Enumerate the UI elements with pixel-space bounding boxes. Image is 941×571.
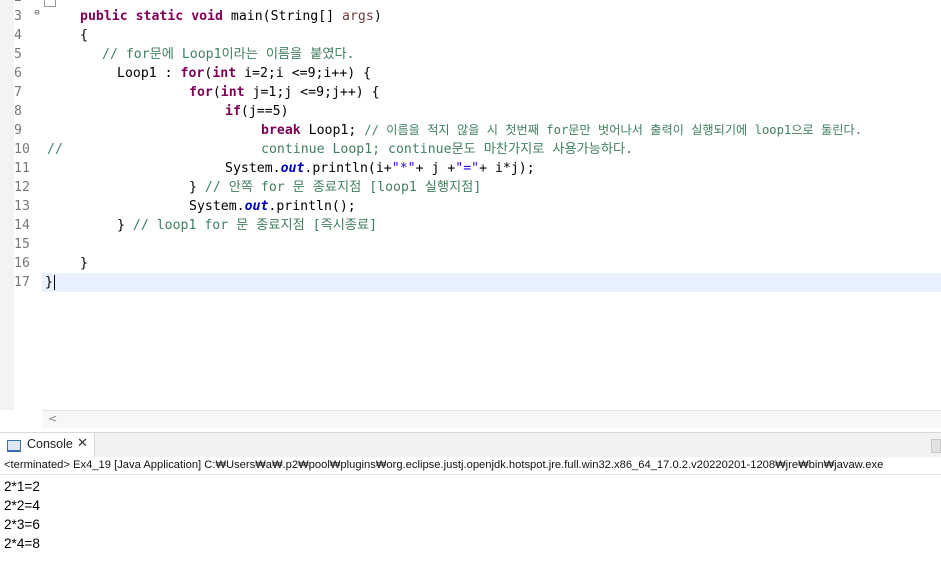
code-line-5[interactable]: // for문에 Loop1이라는 이름을 붙였다.	[102, 45, 355, 64]
code-text: (	[212, 85, 221, 100]
keyword: int	[220, 85, 245, 100]
keyword: int	[212, 66, 237, 81]
process-status: <terminated> Ex4_19 [Java Application] C…	[4, 459, 884, 471]
console-output-line: 2*3=6	[4, 517, 40, 532]
line-number: 10	[14, 142, 30, 157]
static-field: out	[244, 199, 269, 214]
console-view[interactable]: Console ✕ <terminated> Ex4_19 [Java Appl…	[0, 432, 941, 571]
horizontal-scrollbar[interactable]: <	[42, 410, 941, 428]
code-line-16[interactable]: }	[80, 254, 88, 273]
code-line-13[interactable]: System.out.println();	[189, 197, 356, 216]
comment: // loop1 for 문 종료지점 [즉시종료]	[132, 218, 378, 233]
loop-label: Loop1 :	[117, 66, 181, 81]
view-menu-icon[interactable]	[931, 439, 941, 453]
code-line-11[interactable]: System.out.println(i+"*"+ j +"="+ i*j);	[225, 159, 535, 178]
parameter: args	[342, 9, 374, 24]
top-marker	[44, 0, 56, 7]
console-output-line: 2*2=4	[4, 498, 40, 513]
code-line-3[interactable]: public static void main(String[] args)	[80, 7, 382, 26]
keyword: static	[135, 9, 184, 24]
code-line-14[interactable]: } // loop1 for 문 종료지점 [즉시종료]	[117, 216, 377, 235]
line-number: 6	[14, 66, 22, 81]
code-text: System.	[189, 199, 245, 214]
string-literal: "="	[455, 161, 480, 176]
console-output-line: 2*4=8	[4, 536, 40, 551]
line-number: 2	[14, 0, 42, 7]
keyword: break	[261, 123, 301, 138]
code-text: }	[189, 180, 205, 195]
scroll-left-icon[interactable]: <	[48, 412, 57, 425]
code-text: + i*j);	[479, 161, 535, 176]
keyword: for	[189, 85, 213, 100]
close-icon[interactable]: ✕	[77, 436, 88, 451]
line-number: 5	[14, 47, 22, 62]
comment: // 이름을 적지 않을 시 첫번째 for문만 벗어나서 출력이 실행되기에 …	[364, 123, 863, 137]
code-line-9[interactable]: break Loop1; // 이름을 적지 않을 시 첫번째 for문만 벗어…	[261, 121, 862, 140]
code-line-17[interactable]: }	[45, 273, 53, 292]
line-number: 14	[14, 218, 30, 233]
code-text: j=1;j <=9;j++) {	[244, 85, 380, 100]
static-field: out	[280, 161, 305, 176]
tab-console[interactable]: Console ✕	[0, 433, 95, 457]
code-text: (j==5)	[240, 104, 289, 119]
code-text: }	[117, 218, 133, 233]
console-icon	[7, 440, 21, 452]
keyword: public	[80, 9, 128, 24]
text-caret	[54, 275, 55, 290]
fold-collapse-icon[interactable]: ⊖	[33, 9, 41, 18]
line-number: 15	[14, 237, 30, 252]
console-tabbar: Console ✕	[0, 433, 941, 457]
code-text: .println(i+	[304, 161, 392, 176]
code-line-10-prefix[interactable]: //	[47, 140, 63, 159]
code-text: System.	[225, 161, 281, 176]
line-number: 4	[14, 28, 22, 43]
code-text: + j +	[415, 161, 456, 176]
code-line-8[interactable]: if(j==5)	[225, 102, 289, 121]
line-number: 16	[14, 256, 30, 271]
comment: // 안쪽 for 문 종료지점 [loop1 실행지점]	[204, 180, 482, 195]
line-number: 8	[14, 104, 22, 119]
line-number: 7	[14, 85, 22, 100]
keyword: for	[180, 66, 205, 81]
divider	[0, 474, 941, 475]
line-number: 12	[14, 180, 30, 195]
overview-ruler	[0, 0, 14, 410]
code-text: i=2;i <=9;i++) {	[236, 66, 372, 81]
current-line-highlight	[42, 273, 941, 292]
line-number: 17	[14, 275, 30, 290]
code-line-12[interactable]: } // 안쪽 for 문 종료지점 [loop1 실행지점]	[189, 178, 481, 197]
string-literal: "*"	[391, 161, 416, 176]
console-output-line: 2*1=2	[4, 479, 40, 494]
code-line-10[interactable]: continue Loop1; continue문도 마찬가지로 사용가능하다.	[261, 140, 633, 159]
line-number: 11	[14, 161, 30, 176]
code-text: .println();	[268, 199, 356, 214]
code-line-6[interactable]: Loop1 : for(int i=2;i <=9;i++) {	[117, 64, 371, 83]
code-line-4[interactable]: {	[80, 26, 88, 45]
code-line-7[interactable]: for(int j=1;j <=9;j++) {	[189, 83, 380, 102]
line-number: 9	[14, 123, 22, 138]
code-text: main(String[]	[222, 9, 343, 24]
code-text: Loop1;	[300, 123, 365, 138]
console-tab-label: Console	[27, 437, 73, 451]
line-number: 13	[14, 199, 30, 214]
code-editor[interactable]: 2 3 ⊖ 4 5 6 7 8 9 10 11 12 13 14 15 16 1…	[0, 0, 941, 432]
keyword: void	[191, 9, 223, 24]
keyword: if	[225, 104, 241, 119]
code-text: )	[373, 9, 382, 24]
